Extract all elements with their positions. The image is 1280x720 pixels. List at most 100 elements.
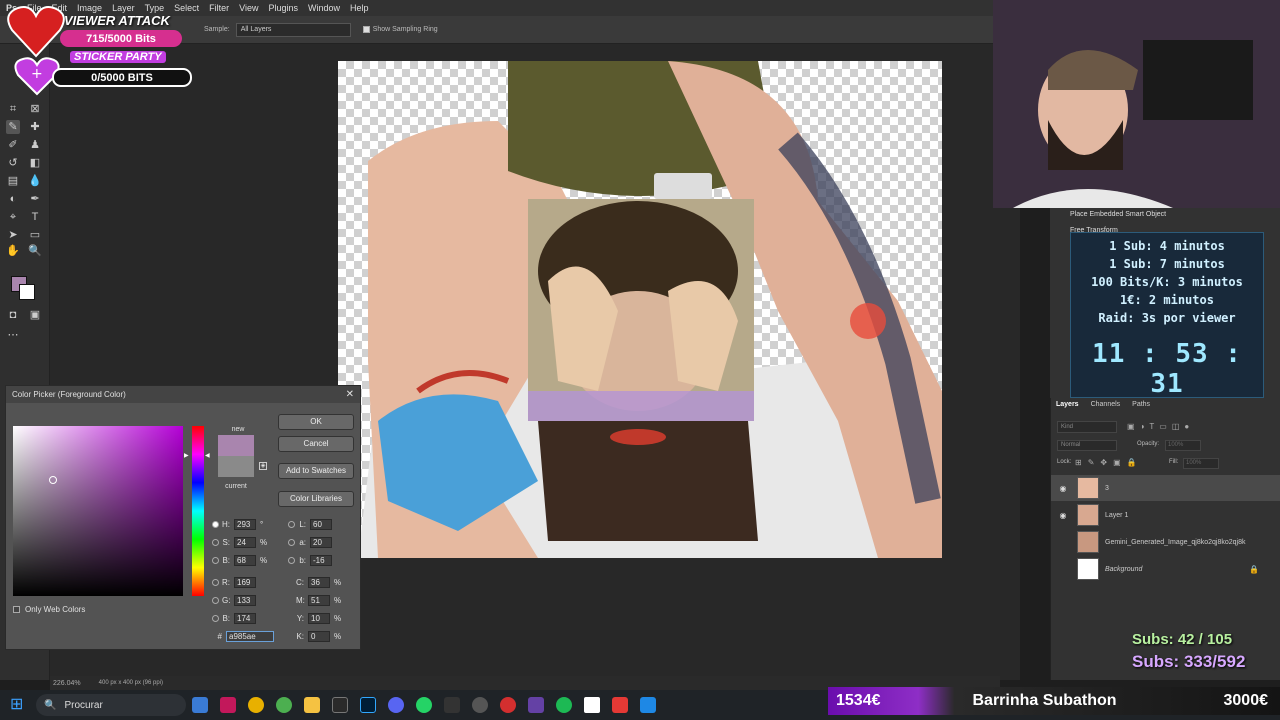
lab-l-input[interactable]: 60 [310, 518, 332, 530]
quick-mask-icon[interactable]: ◘ [6, 308, 20, 322]
eraser-tool-icon[interactable]: ◧ [28, 156, 42, 170]
direct-selection-icon[interactable]: ➤ [6, 228, 20, 242]
app-blue-icon[interactable] [640, 697, 656, 713]
sampling-ring-checkbox[interactable] [362, 26, 370, 33]
lab-a-radio[interactable] [288, 538, 295, 546]
zoom-level[interactable]: 226.04% [53, 680, 81, 687]
obs-icon[interactable] [472, 697, 488, 713]
cyan-input[interactable]: 36 [308, 576, 330, 588]
screen-mode-icon[interactable]: ▣ [28, 308, 42, 322]
dodge-tool-icon[interactable]: ◐ [6, 192, 20, 206]
hue-slider-left-arrow-icon[interactable]: ▶ [184, 452, 189, 459]
app-red-icon[interactable] [500, 697, 516, 713]
crop-tool-icon[interactable]: ⌗ [6, 102, 20, 116]
menu-window[interactable]: Window [308, 3, 340, 13]
type-tool-icon[interactable]: T [28, 210, 42, 224]
visibility-eye-icon[interactable]: ◉ [1057, 484, 1069, 493]
blur-tool-icon[interactable]: 💧 [28, 174, 42, 188]
fill-input[interactable]: 100% [1183, 458, 1219, 469]
menu-select[interactable]: Select [174, 3, 199, 13]
opacity-input[interactable]: 100% [1165, 440, 1201, 451]
lab-b-radio[interactable] [288, 556, 295, 564]
layer-row[interactable]: Gemini_Generated_Image_qj8ko2qj8ko2qj8k [1051, 529, 1280, 555]
taskbar-search[interactable]: 🔍 Procurar [36, 694, 186, 716]
document-info[interactable]: 400 px x 400 px (96 ppi) [99, 680, 163, 686]
green-input[interactable]: 133 [234, 594, 256, 606]
ok-button[interactable]: OK [278, 414, 354, 430]
layer-filter-icons[interactable]: ▣ ◑ T ▭ ◫ ● [1127, 422, 1189, 431]
lab-b-input[interactable]: -16 [310, 554, 332, 566]
eyedropper-tool-icon[interactable]: ✎ [6, 120, 20, 134]
hue-radio[interactable] [212, 520, 219, 528]
menu-type[interactable]: Type [145, 3, 165, 13]
windows-start-icon[interactable]: ⊞ [10, 697, 26, 713]
rectangle-tool-icon[interactable]: ▭ [28, 228, 42, 242]
visibility-eye-icon[interactable]: ◉ [1057, 511, 1069, 520]
discord-icon[interactable] [388, 697, 404, 713]
only-web-colors-checkbox[interactable] [13, 605, 20, 613]
red-radio[interactable] [212, 578, 219, 586]
path-selection-icon[interactable]: ⌖ [6, 210, 20, 224]
background-color-swatch[interactable] [19, 284, 35, 300]
tab-channels[interactable]: Channels [1091, 401, 1121, 408]
spot-healing-tool-icon[interactable]: ✚ [28, 120, 42, 134]
gradient-tool-icon[interactable]: ▤ [6, 174, 20, 188]
history-item[interactable]: Place Embedded Smart Object [1070, 211, 1166, 218]
browser-icon[interactable] [276, 697, 292, 713]
blue-radio[interactable] [212, 614, 219, 622]
menu-view[interactable]: View [239, 3, 258, 13]
web-safe-cube-icon[interactable]: ◈ [259, 462, 267, 470]
sample-select[interactable]: All Layers [235, 22, 351, 37]
layer-filter-input[interactable]: Kind [1057, 421, 1117, 433]
brightness-input[interactable]: 68 [234, 554, 256, 566]
chrome-icon[interactable] [248, 697, 264, 713]
cancel-button[interactable]: Cancel [278, 436, 354, 452]
brightness-radio[interactable] [212, 556, 219, 564]
menu-layer[interactable]: Layer [112, 3, 135, 13]
hand-tool-icon[interactable]: ✋ [6, 244, 20, 258]
hue-slider[interactable] [192, 426, 204, 596]
hex-input[interactable]: a985ae [226, 630, 274, 642]
menu-plugins[interactable]: Plugins [268, 3, 298, 13]
photoshop-taskbar-icon[interactable] [360, 697, 376, 713]
lock-icons[interactable]: ⊞ ✎ ✥ ▣ 🔒 [1075, 458, 1137, 467]
capcut-white-icon[interactable] [584, 697, 600, 713]
layer-row[interactable]: Background 🔒 [1051, 556, 1280, 582]
color-field[interactable] [13, 426, 183, 596]
color-field-marker[interactable] [49, 476, 57, 484]
color-libraries-button[interactable]: Color Libraries [278, 491, 354, 507]
lab-a-input[interactable]: 20 [310, 536, 332, 548]
whatsapp-icon[interactable] [416, 697, 432, 713]
hue-input[interactable]: 293 [234, 518, 256, 530]
tab-layers[interactable]: Layers [1056, 401, 1079, 408]
menu-help[interactable]: Help [350, 3, 369, 13]
document-canvas[interactable] [338, 61, 942, 558]
task-view-icon[interactable] [192, 697, 208, 713]
saturation-input[interactable]: 24 [234, 536, 256, 548]
pen-tool-icon[interactable]: ✒ [28, 192, 42, 206]
lab-l-radio[interactable] [288, 520, 295, 528]
edit-toolbar-icon[interactable]: ⋯ [6, 328, 20, 342]
blue-input[interactable]: 174 [234, 612, 256, 624]
add-to-swatches-button[interactable]: Add to Swatches [278, 463, 354, 479]
history-brush-icon[interactable]: ↺ [6, 156, 20, 170]
menu-filter[interactable]: Filter [209, 3, 229, 13]
app-icon[interactable] [220, 697, 236, 713]
stamp-tool-icon[interactable]: ♟ [28, 138, 42, 152]
yellow-input[interactable]: 10 [308, 612, 330, 624]
stream-app-icon[interactable] [528, 697, 544, 713]
hue-slider-right-arrow-icon[interactable]: ◀ [205, 452, 210, 459]
current-color-swatch[interactable] [218, 456, 254, 477]
tab-paths[interactable]: Paths [1132, 401, 1150, 408]
saturation-radio[interactable] [212, 538, 219, 546]
green-radio[interactable] [212, 596, 219, 604]
magenta-input[interactable]: 51 [308, 594, 330, 606]
app-triangle-icon[interactable] [612, 697, 628, 713]
terminal-icon[interactable] [444, 697, 460, 713]
close-icon[interactable]: ✕ [346, 389, 354, 400]
layer-row[interactable]: ◉ 3 [1051, 475, 1280, 501]
brush-tool-icon[interactable]: ✐ [6, 138, 20, 152]
spotify-icon[interactable] [556, 697, 572, 713]
zoom-tool-icon[interactable]: 🔍 [28, 244, 42, 258]
capcut-icon[interactable] [332, 697, 348, 713]
